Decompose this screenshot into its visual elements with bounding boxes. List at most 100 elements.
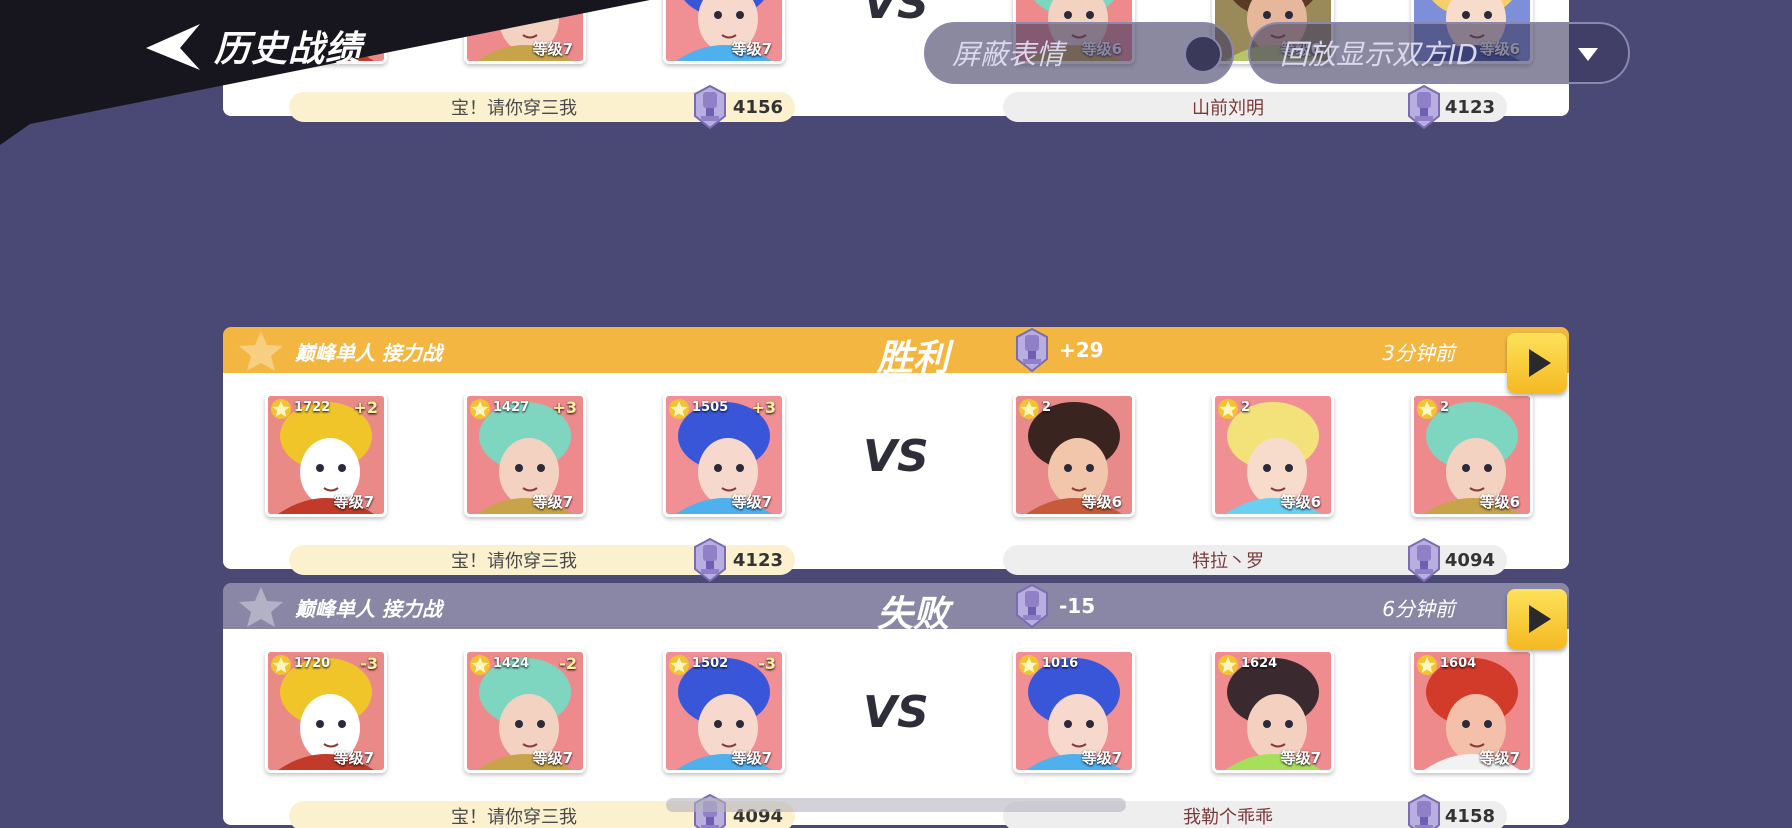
star-icon (271, 655, 291, 675)
opponent-team-score: 4094 (1444, 549, 1495, 571)
my-player-name: 宝！请你穿三我 (451, 551, 577, 572)
star-decoration-icon (239, 331, 283, 371)
back-button[interactable] (146, 24, 202, 72)
star-icon (470, 399, 490, 419)
hero-card[interactable]: 1722 +2 等级7 (265, 393, 387, 517)
star-icon (669, 399, 689, 419)
rank-points-delta: -15 (1059, 594, 1096, 618)
hero-rating: 1505 (692, 400, 729, 415)
replay-play-button[interactable] (1507, 589, 1567, 649)
hero-card[interactable]: 1424 -2 等级7 (464, 649, 586, 773)
hero-level: 等级7 (1479, 749, 1520, 767)
hero-rating-delta: -3 (360, 654, 378, 673)
hero-rating-delta: +3 (552, 398, 577, 417)
vs-label: VS (863, 687, 929, 738)
hero-rating: 1502 (692, 656, 729, 671)
hero-level: 等级7 (532, 493, 573, 511)
replay-display-select[interactable]: 回放显示双方ID (1248, 22, 1630, 84)
hero-level: 等级7 (333, 493, 374, 511)
opponent-player-bar[interactable]: 山前刘明 4123 (1003, 84, 1507, 130)
star-icon (669, 655, 689, 675)
hero-card[interactable]: 2 等级6 (1411, 393, 1533, 517)
hero-level: 等级7 (1081, 749, 1122, 767)
star-icon (470, 655, 490, 675)
hero-card[interactable]: 1016 等级7 (1013, 649, 1135, 773)
match-header: 巅峰单人 接力战 胜利 +29 3分钟前 (223, 327, 1569, 373)
opponent-player-bar[interactable]: 特拉丶罗 4094 (1003, 537, 1507, 583)
match-result: 失败 (876, 594, 949, 629)
hero-card[interactable]: 1502 -3 等级7 (663, 649, 785, 773)
my-team-score: 4156 (732, 96, 783, 118)
hero-card[interactable]: 1427 +3 等级7 (464, 393, 586, 517)
hero-rating: 1720 (294, 656, 331, 671)
hero-level: 等级7 (731, 749, 772, 767)
my-player-bar[interactable]: 宝！请你穿三我 4123 (289, 537, 795, 583)
my-player-bar[interactable]: 宝！请你穿三我 4156 (289, 84, 795, 130)
replay-play-button[interactable] (1507, 333, 1567, 393)
hero-level: 等级7 (731, 493, 772, 511)
toggle-switch-icon[interactable] (1184, 35, 1222, 73)
hero-card[interactable]: 1720 -3 等级7 (265, 649, 387, 773)
rank-trophy-icon (1408, 537, 1440, 583)
star-icon (1417, 399, 1437, 419)
match-time-ago: 6分钟前 (1382, 597, 1455, 621)
hero-card[interactable]: 2 等级6 (1013, 393, 1135, 517)
rank-trophy-icon (694, 84, 726, 130)
hero-level: 等级6 (1280, 493, 1321, 511)
hero-rating: 2 (1042, 400, 1052, 415)
vs-label: VS (863, 431, 929, 482)
hero-level: 等级6 (1479, 493, 1520, 511)
hero-rating: 1722 (294, 400, 331, 415)
match-body: 1720 -3 等级7 1424 -2 等级7 1502 -3 等级7 VS 1… (223, 629, 1569, 828)
hero-card[interactable]: 1624 等级7 (1212, 649, 1334, 773)
match-time-ago: 3分钟前 (1382, 341, 1455, 365)
vs-label: VS (863, 0, 929, 29)
hero-level: 等级6 (1081, 493, 1122, 511)
match-result: 胜利 (876, 338, 949, 373)
mute-emotes-toggle[interactable]: 屏蔽表情 (924, 22, 1234, 84)
rank-trophy-icon (1408, 793, 1440, 828)
opponent-player-name: 特拉丶罗 (1192, 551, 1264, 572)
star-icon (1218, 655, 1238, 675)
mute-emotes-label: 屏蔽表情 (952, 38, 1065, 71)
rank-trophy-icon (694, 537, 726, 583)
star-icon (271, 399, 291, 419)
hero-rating: 1624 (1241, 656, 1278, 671)
star-icon (1019, 399, 1039, 419)
hero-rating-delta: +2 (353, 398, 378, 417)
star-icon (1417, 655, 1437, 675)
horizontal-scrollbar[interactable] (666, 798, 1126, 812)
trophy-icon (1016, 583, 1048, 629)
match-history-list[interactable]: 1724 +2 等级7 1429 +2 等级7 1508 +3 等级7 VS (223, 0, 1569, 828)
back-arrow-icon (146, 24, 200, 70)
hero-level: 等级7 (731, 40, 772, 58)
hero-card[interactable]: 1508 +3 等级7 (663, 0, 785, 64)
trophy-icon (1016, 327, 1048, 373)
chevron-down-icon (1578, 48, 1598, 61)
hero-level: 等级7 (1280, 749, 1321, 767)
page-title: 历史战绩 (214, 29, 363, 70)
rank-points-delta: +29 (1059, 338, 1104, 362)
hero-rating: 1016 (1042, 656, 1079, 671)
rank-trophy-icon (1408, 84, 1440, 130)
hero-level: 等级7 (532, 40, 573, 58)
match-body: 1722 +2 等级7 1427 +3 等级7 1505 +3 等级7 VS 2… (223, 373, 1569, 583)
opponent-player-name: 山前刘明 (1192, 98, 1264, 119)
hero-rating: 2 (1241, 400, 1251, 415)
hero-card[interactable]: 2 等级6 (1212, 393, 1334, 517)
game-mode: 巅峰单人 接力战 (295, 341, 442, 365)
my-player-name: 宝！请你穿三我 (451, 98, 577, 119)
hero-card[interactable]: 1429 +2 等级7 (464, 0, 586, 64)
replay-display-value: 回放显示双方ID (1280, 38, 1478, 71)
match-header: 巅峰单人 接力战 失败 -15 6分钟前 (223, 583, 1569, 629)
star-decoration-icon (239, 587, 283, 627)
hero-card[interactable]: 1604 等级7 (1411, 649, 1533, 773)
star-icon (1218, 399, 1238, 419)
hero-rating-delta: -3 (758, 654, 776, 673)
opponent-team-score: 4158 (1444, 805, 1495, 827)
hero-rating: 1427 (493, 400, 530, 415)
hero-rating-delta: +3 (751, 398, 776, 417)
hero-card[interactable]: 1505 +3 等级7 (663, 393, 785, 517)
opponent-team-score: 4123 (1444, 96, 1495, 118)
hero-level: 等级7 (532, 749, 573, 767)
